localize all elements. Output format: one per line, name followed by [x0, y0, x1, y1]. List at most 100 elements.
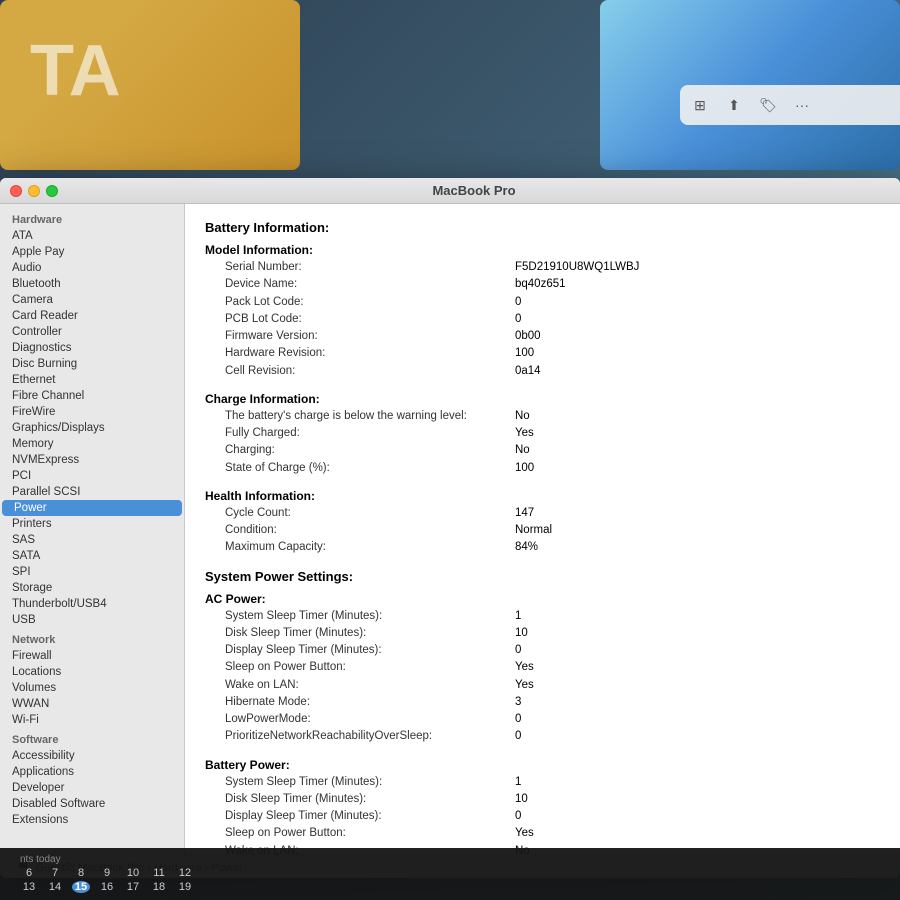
cal-12: 12 — [176, 867, 194, 879]
sidebar-item-apple-pay[interactable]: Apple Pay — [0, 244, 184, 260]
sidebar-item-graphics[interactable]: Graphics/Displays — [0, 420, 184, 436]
ac-lowpower-row: LowPowerMode: 0 — [205, 711, 880, 728]
sidebar-item-nvmeexpress[interactable]: NVMExpress — [0, 452, 184, 468]
ac-disk-sleep-label: Disk Sleep Timer (Minutes): — [225, 625, 515, 642]
fully-charged-label: Fully Charged: — [225, 425, 515, 442]
condition-row: Condition: Normal — [205, 522, 880, 539]
sidebar-item-printers[interactable]: Printers — [0, 516, 184, 532]
toolbar-area: ⊞ ⬆ 🏷 ··· — [680, 85, 900, 125]
max-capacity-row: Maximum Capacity: 84% — [205, 539, 880, 556]
ac-prioritize-value: 0 — [515, 728, 521, 745]
ac-display-sleep-row: Display Sleep Timer (Minutes): 0 — [205, 642, 880, 659]
sidebar-item-diagnostics[interactable]: Diagnostics — [0, 340, 184, 356]
cycle-count-label: Cycle Count: — [225, 505, 515, 522]
sidebar-item-applications[interactable]: Applications — [0, 764, 184, 780]
page-title: Battery Information: — [205, 220, 880, 235]
sidebar-item-audio[interactable]: Audio — [0, 260, 184, 276]
bp-display-sleep-value: 0 — [515, 808, 521, 825]
sidebar-item-camera[interactable]: Camera — [0, 292, 184, 308]
background-window-1 — [0, 0, 300, 170]
cal-13: 13 — [20, 881, 38, 893]
tag-icon[interactable]: 🏷 — [758, 95, 778, 115]
cal-9: 9 — [98, 867, 116, 879]
bp-display-sleep-label: Display Sleep Timer (Minutes): — [225, 808, 515, 825]
serial-number-row: Serial Number: F5D21910U8WQ1LWBJ — [205, 259, 880, 276]
sidebar-item-memory[interactable]: Memory — [0, 436, 184, 452]
model-info-label: Model Information: — [205, 243, 880, 257]
warning-level-value: No — [515, 408, 530, 425]
sidebar-item-sas[interactable]: SAS — [0, 532, 184, 548]
sidebar-item-firewire[interactable]: FireWire — [0, 404, 184, 420]
fully-charged-value: Yes — [515, 425, 534, 442]
bp-disk-sleep-value: 10 — [515, 791, 528, 808]
cell-rev-row: Cell Revision: 0a14 — [205, 363, 880, 380]
ac-lowpower-label: LowPowerMode: — [225, 711, 515, 728]
charge-info-label: Charge Information: — [205, 392, 880, 406]
warning-level-row: The battery's charge is below the warnin… — [205, 408, 880, 425]
traffic-lights — [10, 185, 58, 197]
ac-sleep-power-value: Yes — [515, 659, 534, 676]
battery-power-label: Battery Power: — [205, 758, 880, 772]
sidebar: Hardware ATA Apple Pay Audio Bluetooth C… — [0, 204, 185, 854]
calendar-row-1: 6 7 8 9 10 11 12 — [20, 867, 194, 879]
ac-power-section: AC Power: System Sleep Timer (Minutes): … — [205, 592, 880, 746]
calendar-widget: nts today 6 7 8 9 10 11 12 13 14 15 16 1… — [20, 854, 194, 895]
sidebar-item-ata[interactable]: ATA — [0, 228, 184, 244]
sidebar-header-network: Network — [0, 628, 184, 648]
firmware-label: Firmware Version: — [225, 328, 515, 345]
sidebar-item-usb[interactable]: USB — [0, 612, 184, 628]
sidebar-item-disabled-software[interactable]: Disabled Software — [0, 796, 184, 812]
bp-sys-sleep-value: 1 — [515, 774, 521, 791]
ac-prioritize-row: PrioritizeNetworkReachabilityOverSleep: … — [205, 728, 880, 745]
sidebar-item-developer[interactable]: Developer — [0, 780, 184, 796]
sidebar-item-extensions[interactable]: Extensions — [0, 812, 184, 828]
sidebar-item-locations[interactable]: Locations — [0, 664, 184, 680]
share-icon[interactable]: ⬆ — [724, 95, 744, 115]
charging-value: No — [515, 442, 530, 459]
close-button[interactable] — [10, 185, 22, 197]
ac-sys-sleep-value: 1 — [515, 608, 521, 625]
sidebar-item-storage[interactable]: Storage — [0, 580, 184, 596]
health-info-section: Health Information: Cycle Count: 147 Con… — [205, 489, 880, 557]
sidebar-item-spi[interactable]: SPI — [0, 564, 184, 580]
ac-prioritize-label: PrioritizeNetworkReachabilityOverSleep: — [225, 728, 515, 745]
state-charge-value: 100 — [515, 460, 534, 477]
sidebar-item-sata[interactable]: SATA — [0, 548, 184, 564]
maximize-button[interactable] — [46, 185, 58, 197]
calendar-row-2: 13 14 15 16 17 18 19 — [20, 881, 194, 893]
sidebar-header-software: Software — [0, 728, 184, 748]
window-body: Hardware ATA Apple Pay Audio Bluetooth C… — [0, 204, 900, 854]
serial-label: Serial Number: — [225, 259, 515, 276]
sidebar-item-thunderbolt[interactable]: Thunderbolt/USB4 — [0, 596, 184, 612]
sidebar-item-controller[interactable]: Controller — [0, 324, 184, 340]
pack-lot-value: 0 — [515, 294, 521, 311]
window-title: MacBook Pro — [58, 183, 890, 198]
state-charge-label: State of Charge (%): — [225, 460, 515, 477]
sidebar-item-firewall[interactable]: Firewall — [0, 648, 184, 664]
cal-11: 11 — [150, 867, 168, 879]
sidebar-item-volumes[interactable]: Volumes — [0, 680, 184, 696]
sidebar-item-parallel-scsi[interactable]: Parallel SCSI — [0, 484, 184, 500]
cal-16: 16 — [98, 881, 116, 893]
sidebar-item-ethernet[interactable]: Ethernet — [0, 372, 184, 388]
bp-sys-sleep-label: System Sleep Timer (Minutes): — [225, 774, 515, 791]
taskbar: nts today 6 7 8 9 10 11 12 13 14 15 16 1… — [0, 848, 900, 900]
sidebar-item-fibre-channel[interactable]: Fibre Channel — [0, 388, 184, 404]
grid-icon[interactable]: ⊞ — [690, 95, 710, 115]
ac-hibernate-row: Hibernate Mode: 3 — [205, 694, 880, 711]
hardware-rev-label: Hardware Revision: — [225, 345, 515, 362]
more-icon[interactable]: ··· — [792, 95, 812, 115]
sidebar-item-wwan[interactable]: WWAN — [0, 696, 184, 712]
sidebar-item-wifi[interactable]: Wi-Fi — [0, 712, 184, 728]
sidebar-item-pci[interactable]: PCI — [0, 468, 184, 484]
ac-wake-lan-value: Yes — [515, 677, 534, 694]
sidebar-item-disc-burning[interactable]: Disc Burning — [0, 356, 184, 372]
sidebar-item-accessibility[interactable]: Accessibility — [0, 748, 184, 764]
titlebar: MacBook Pro — [0, 178, 900, 204]
sidebar-item-power[interactable]: Power — [2, 500, 182, 516]
sidebar-item-card-reader[interactable]: Card Reader — [0, 308, 184, 324]
minimize-button[interactable] — [28, 185, 40, 197]
pcb-lot-label: PCB Lot Code: — [225, 311, 515, 328]
sidebar-item-bluetooth[interactable]: Bluetooth — [0, 276, 184, 292]
hardware-rev-row: Hardware Revision: 100 — [205, 345, 880, 362]
